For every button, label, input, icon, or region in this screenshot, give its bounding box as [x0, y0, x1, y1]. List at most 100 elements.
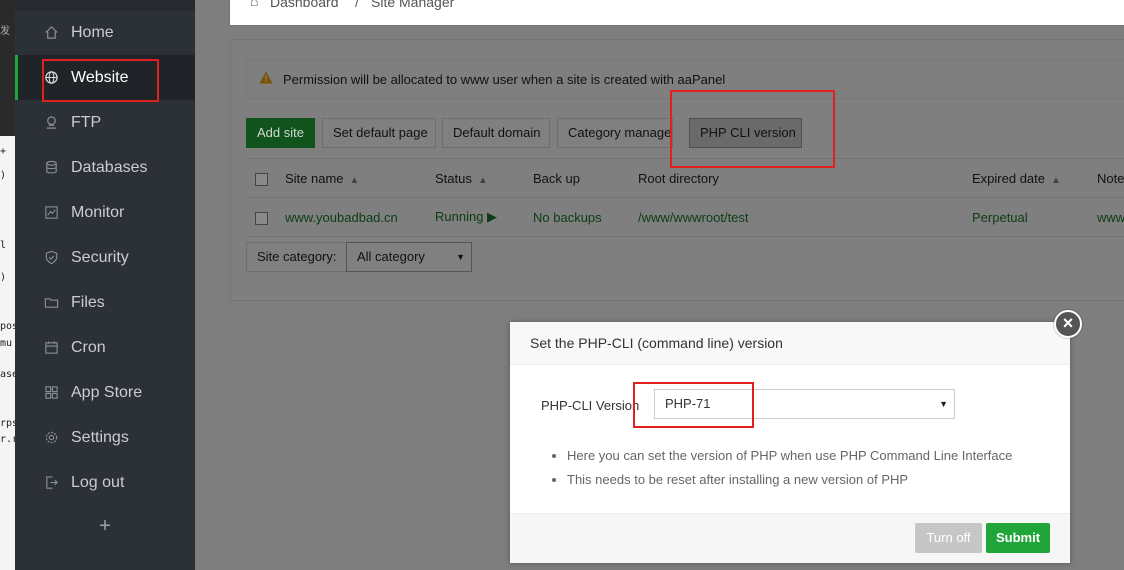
dialog-header: Set the PHP-CLI (command line) version [510, 322, 1070, 365]
gear-icon [43, 430, 59, 446]
sort-asc-icon: ▲ [1051, 174, 1061, 186]
column-note: Note [1097, 158, 1124, 198]
default-domain-button[interactable]: Default domain [442, 118, 550, 148]
add-site-button[interactable]: Add site [246, 118, 315, 148]
home-icon: ⌂ [250, 0, 259, 9]
turn-off-button[interactable]: Turn off [915, 523, 982, 553]
sidebar-item-label: Files [71, 293, 105, 311]
close-icon[interactable]: × [1054, 310, 1082, 338]
shield-icon [43, 250, 59, 266]
calendar-icon [43, 340, 59, 356]
sidebar-item-label: Log out [71, 473, 125, 491]
edge-text: rps [0, 418, 15, 429]
root-directory-link[interactable]: /www/wwwroot/test [638, 197, 972, 237]
edge-text: pos [0, 321, 15, 332]
sidebar-item-label: Home [71, 23, 114, 41]
warning-icon [259, 71, 273, 87]
database-icon [43, 160, 59, 176]
sidebar-item-ftp[interactable]: FTP [15, 100, 195, 145]
sidebar-item-home[interactable]: Home [15, 10, 195, 55]
set-default-page-button[interactable]: Set default page [322, 118, 436, 148]
php-cli-dialog: Set the PHP-CLI (command line) version P… [510, 322, 1070, 563]
column-status[interactable]: Status ▲ [435, 158, 533, 198]
breadcrumb-home[interactable]: Dashboard [270, 0, 339, 10]
chevron-down-icon: ▼ [939, 399, 948, 409]
edge-text: + [0, 146, 7, 157]
row-select-cell [246, 197, 285, 237]
notice-text: Permission will be allocated to www user… [283, 71, 726, 87]
permission-notice: Permission will be allocated to www user… [246, 59, 1124, 99]
globe-icon [43, 70, 59, 86]
column-backup: Back up [533, 158, 638, 198]
edge-text: l [0, 240, 7, 251]
sites-table: Site name ▲ Status ▲ Back up Root director… [246, 158, 1124, 237]
row-checkbox[interactable] [255, 211, 268, 225]
breadcrumb: ⌂ Dashboard / Site Manager [230, 0, 1124, 25]
sidebar-item-logout[interactable]: Log out [15, 460, 195, 505]
breadcrumb-separator: / [355, 0, 359, 10]
background-window-edge: 发 + ) l ) pos mu ase rps r.r [0, 0, 15, 570]
dialog-title: Set the PHP-CLI (command line) version [530, 335, 783, 351]
add-shortcut-button[interactable]: + [15, 508, 195, 544]
backup-link[interactable]: No backups [533, 197, 638, 237]
sidebar-item-settings[interactable]: Settings [15, 415, 195, 460]
sidebar-top [15, 0, 195, 10]
select-all-column [246, 158, 285, 198]
site-category-label: Site category: [246, 242, 348, 272]
sidebar-item-label: Cron [71, 338, 106, 356]
sidebar-item-website[interactable]: Website [15, 55, 195, 100]
sort-asc-icon: ▲ [477, 174, 488, 186]
sidebar-item-databases[interactable]: Databases [15, 145, 195, 190]
tip-item: Here you can set the version of PHP when… [567, 444, 1012, 468]
tip-item: This needs to be reset after installing … [567, 468, 1012, 492]
sidebar-item-label: FTP [71, 113, 102, 131]
php-cli-version-select[interactable]: PHP-71 ▼ [654, 389, 955, 419]
column-expired-date[interactable]: Expired date ▲ [972, 158, 1097, 198]
sidebar-item-app-store[interactable]: App Store [15, 370, 195, 415]
site-category-select[interactable]: All category ▼ [346, 242, 472, 272]
sidebar-item-label: Website [71, 68, 129, 86]
note-cell[interactable]: www [1097, 197, 1124, 237]
category-manager-button[interactable]: Category manager [557, 118, 673, 148]
sidebar-item-label: Security [71, 248, 129, 266]
breadcrumb-current: Site Manager [371, 0, 455, 10]
edge-text: ) [0, 170, 7, 181]
php-cli-version-value: PHP-71 [665, 396, 711, 411]
home-icon [43, 25, 59, 41]
column-label: Expired date [972, 170, 1045, 186]
monitor-icon [43, 205, 59, 221]
sidebar-item-label: Settings [71, 428, 129, 446]
sidebar-item-label: Databases [71, 158, 148, 176]
dialog-footer: Turn off Submit [510, 513, 1070, 563]
grid-icon [43, 385, 59, 401]
submit-button[interactable]: Submit [986, 523, 1050, 553]
site-category-value: All category [357, 249, 425, 264]
php-cli-version-button[interactable]: PHP CLI version [689, 118, 802, 148]
status-toggle[interactable]: Running ▶ [435, 197, 533, 237]
column-label: Site name [285, 170, 344, 186]
site-name-link[interactable]: www.youbadbad.cn [285, 197, 435, 237]
sidebar-item-monitor[interactable]: Monitor [15, 190, 195, 235]
sort-asc-icon: ▲ [349, 174, 360, 186]
php-cli-version-label: PHP-CLI Version [541, 398, 640, 413]
logout-icon [43, 475, 59, 491]
edge-text: r.r [0, 434, 15, 445]
table-row: www.youbadbad.cn Running ▶ No backups /w… [246, 197, 1124, 237]
edge-text: 发 [0, 26, 10, 37]
sidebar-item-label: Monitor [71, 203, 125, 221]
column-label: Status [435, 170, 472, 186]
edge-text: mu [0, 338, 13, 349]
edge-text: ) [0, 272, 7, 283]
column-site-name[interactable]: Site name ▲ [285, 158, 435, 198]
folder-icon [43, 295, 59, 311]
sidebar-item-security[interactable]: Security [15, 235, 195, 280]
sidebar: Home Website FTP Databases Monitor Secur… [15, 0, 195, 570]
sidebar-item-cron[interactable]: Cron [15, 325, 195, 370]
sidebar-item-files[interactable]: Files [15, 280, 195, 325]
select-all-checkbox[interactable] [255, 172, 268, 186]
background-window-dark-area [0, 0, 15, 136]
sidebar-item-label: App Store [71, 383, 143, 401]
expired-date-link[interactable]: Perpetual [972, 197, 1097, 237]
site-manager-panel: Permission will be allocated to www user… [230, 39, 1124, 301]
column-root-directory: Root directory [638, 158, 972, 198]
